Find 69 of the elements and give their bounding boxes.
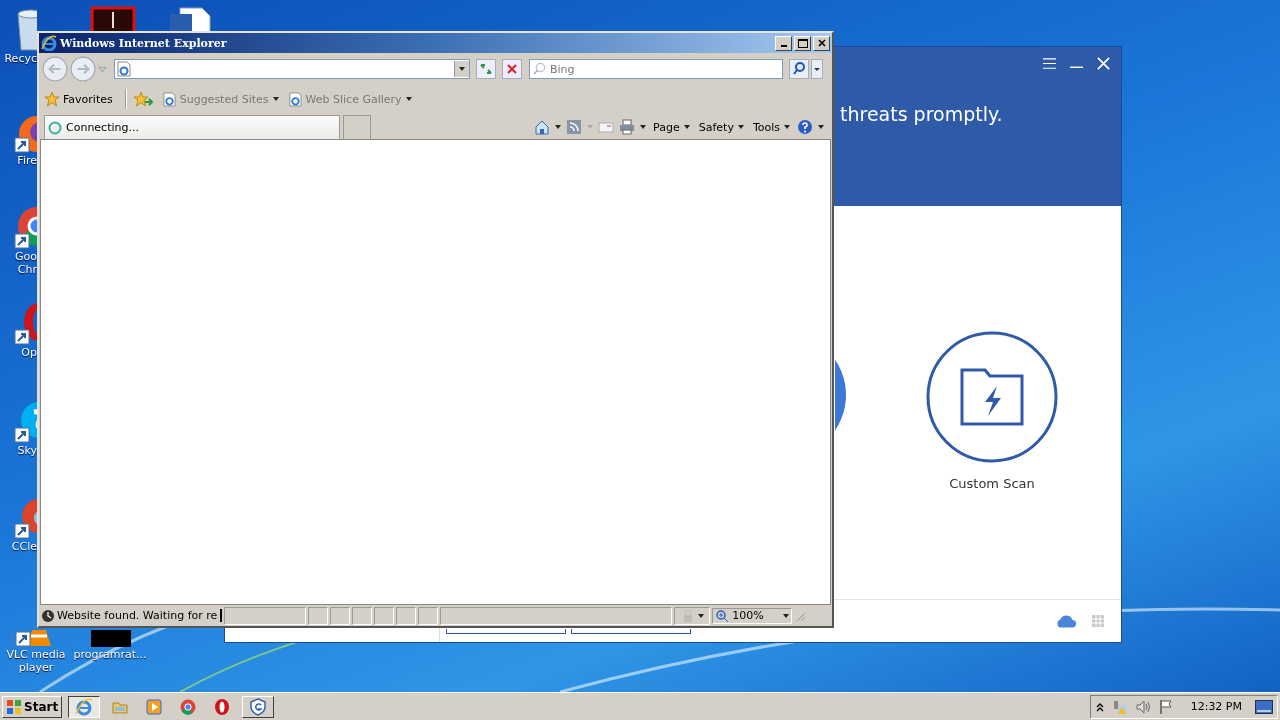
speaker-icon[interactable] [1134,698,1151,715]
print-icon[interactable] [619,119,636,135]
star-icon[interactable] [44,91,60,107]
folder-bolt-icon[interactable] [925,330,1059,464]
status-text: Website found. Waiting for re [57,609,223,622]
headline: threats promptly. [840,103,1003,125]
command-menu[interactable]: Safety [696,120,746,134]
menu-icon[interactable] [1042,56,1057,71]
clock[interactable]: 12:32 PM [1190,700,1242,713]
windows-logo-icon[interactable] [6,698,22,715]
icon-label: VLC media [6,648,66,661]
start-button[interactable]: Start [2,695,63,718]
address-field[interactable] [114,59,470,79]
zoom-icon[interactable] [715,608,730,623]
opera-icon[interactable] [213,697,232,716]
icon-label: Sky [17,444,37,457]
search-icon [533,62,546,75]
search-button[interactable] [789,59,809,79]
taskbar-button[interactable] [68,695,101,718]
recycle-bin-icon[interactable] [14,6,37,52]
status-pane [330,606,351,625]
refresh-button[interactable] [476,59,496,79]
clock-icon [41,608,55,623]
icon-label: Op [21,346,37,359]
icon-label: player [18,661,54,674]
scan-option-label[interactable]: Custom Scan [949,476,1035,491]
search-field[interactable]: Bing [529,59,783,79]
minimize-button[interactable] [775,35,792,51]
caret-icon[interactable] [818,125,824,129]
browser-tab[interactable]: Connecting... [44,115,340,139]
media-player-icon[interactable] [145,697,164,716]
status-pane [374,606,395,625]
close-icon[interactable] [817,39,826,47]
page-icon[interactable] [288,91,302,107]
page-icon[interactable] [162,91,176,107]
loading-icon [48,120,62,135]
app-tile-icon[interactable] [90,6,136,31]
status-pane [352,606,373,625]
protected-mode-button[interactable] [674,606,711,625]
chrome-icon[interactable] [179,697,198,716]
stop-button[interactable] [502,59,522,79]
page-icon [117,61,131,77]
icon-label: Goo [15,250,37,263]
icon-label: Recyc [4,52,37,65]
help-icon[interactable] [797,119,813,135]
shield-icon[interactable] [249,697,268,716]
cloud-icon[interactable] [1055,613,1077,629]
home-icon[interactable] [534,119,551,135]
caret-icon[interactable] [555,125,562,129]
icon-label: Chr [17,263,37,276]
outlined-button[interactable] [571,629,691,634]
zoom-button[interactable]: 100% [712,607,793,624]
show-desktop-button[interactable] [1255,699,1273,714]
command-menu[interactable]: Page [651,120,692,134]
caret-icon[interactable] [640,125,647,129]
dropdown-button[interactable] [811,59,823,79]
close-button[interactable] [813,35,830,51]
flag-icon[interactable] [1157,698,1174,715]
favorites-button[interactable]: Favorites [44,91,113,107]
icon-label: programrat... [73,648,147,661]
icon-label: Fire [17,154,37,167]
dropdown-button[interactable] [454,61,469,77]
outlined-button[interactable] [446,629,566,634]
status-pane [396,606,417,625]
icon-label: CCle [11,540,37,553]
e-logo-icon [41,35,57,51]
window-title: Windows Internet Explorer [60,36,228,50]
command-menu[interactable]: Tools [750,120,792,134]
maximize-button[interactable] [794,35,811,51]
